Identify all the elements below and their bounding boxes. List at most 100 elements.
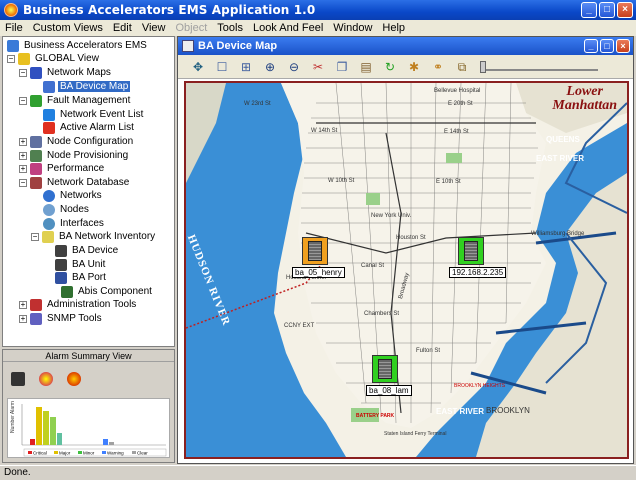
maximize-button[interactable]: □ <box>599 2 615 18</box>
legend-swatch-warning <box>102 451 106 454</box>
tree-item-ba-port[interactable]: BA Port <box>55 271 108 284</box>
tree-item-ba-device-map[interactable]: BA Device Map <box>43 80 131 93</box>
event-list-icon <box>43 108 55 121</box>
menu-file[interactable]: File <box>0 22 28 34</box>
tree-item-performance[interactable]: + Performance <box>19 162 106 175</box>
app-title: Business Accelerators EMS Application 1.… <box>23 3 316 17</box>
paste-icon[interactable]: ▤ <box>356 58 376 76</box>
link-icon[interactable]: ⚭ <box>428 58 448 76</box>
tree-item-ba-device[interactable]: BA Device <box>55 244 120 257</box>
menu-tools[interactable]: Tools <box>212 22 248 34</box>
close-button[interactable]: × <box>617 2 633 18</box>
bar-warning-1 <box>57 433 62 445</box>
select-tool-icon[interactable]: ✥ <box>188 58 208 76</box>
menu-look-and-feel[interactable]: Look And Feel <box>248 22 328 34</box>
cut-icon[interactable]: ✂ <box>308 58 328 76</box>
device-icon <box>55 244 67 257</box>
refresh-map-icon[interactable]: ↻ <box>380 58 400 76</box>
bar-chart-icon[interactable] <box>11 372 25 386</box>
device-192-168-2-235[interactable] <box>458 237 484 265</box>
collapse-icon[interactable]: − <box>19 96 27 105</box>
tree-item-network-database[interactable]: − Network Database <box>19 176 131 189</box>
device-label-ba-05-henry[interactable]: ba_05_henry <box>292 267 345 278</box>
server-icon <box>308 241 322 261</box>
expand-icon[interactable]: + <box>19 137 27 146</box>
tree-item-node-provisioning[interactable]: + Node Provisioning <box>19 149 130 162</box>
expand-icon[interactable]: + <box>19 300 27 309</box>
legend-swatch-critical <box>28 451 32 454</box>
collapse-icon[interactable]: − <box>19 68 27 77</box>
nyu-label: New York Univ. <box>371 213 412 219</box>
menu-edit[interactable]: Edit <box>108 22 137 34</box>
performance-icon <box>30 162 42 175</box>
device-ba-05-henry[interactable] <box>302 237 328 265</box>
menu-view[interactable]: View <box>137 22 171 34</box>
tree-item-fault-management[interactable]: − Fault Management <box>19 94 132 107</box>
expand-icon[interactable]: + <box>19 164 27 173</box>
copy-icon[interactable]: ❐ <box>332 58 352 76</box>
globe-icon <box>18 52 30 65</box>
tree-item-global-view[interactable]: − GLOBAL View <box>7 52 101 65</box>
legend-swatch-major <box>54 451 58 454</box>
alarm-summary-panel: Alarm Summary View Number Alarm Critical… <box>2 349 175 463</box>
device-ba-08-lam[interactable] <box>372 355 398 383</box>
staten-island-ferry-label: Staten Island Ferry Terminal <box>384 431 447 437</box>
bar-critical-1 <box>30 439 35 445</box>
properties-icon[interactable]: ⧉ <box>452 58 472 76</box>
tree-item-network-event-list[interactable]: Network Event List <box>43 108 145 121</box>
tree-item-interfaces[interactable]: Interfaces <box>43 217 106 230</box>
device-label-ba-08-lam[interactable]: ba_08_lam <box>366 385 412 396</box>
tree-item-ba-network-inventory[interactable]: − BA Network Inventory <box>31 230 157 243</box>
nodes-icon <box>43 203 55 216</box>
title-bar: Business Accelerators EMS Application 1.… <box>0 0 636 20</box>
map-toolbar: ✥ ☐ ⊞ ⊕ ⊖ ✂ ❐ ▤ ↻ ✱ ⚭ ⧉ <box>178 55 633 79</box>
expand-icon[interactable]: + <box>19 151 27 160</box>
tree-item-nodes[interactable]: Nodes <box>43 203 91 216</box>
zoom-fit-icon[interactable]: ⊞ <box>236 58 256 76</box>
e10-label: E 10th St <box>436 179 461 185</box>
admin-tools-icon <box>30 298 42 311</box>
williamsburg-bridge-label: Williamsburg Bridge <box>531 231 585 237</box>
zoom-in-icon[interactable]: ⊕ <box>260 58 280 76</box>
expand-icon[interactable]: + <box>19 314 27 323</box>
menu-custom-views[interactable]: Custom Views <box>28 22 108 34</box>
interfaces-icon <box>43 217 55 230</box>
canal-label: Canal St <box>361 263 385 269</box>
tree-item-administration-tools[interactable]: + Administration Tools <box>19 298 138 311</box>
map-heading: Lower Manhattan <box>552 84 617 113</box>
w14-label: W 14th St <box>311 128 338 134</box>
tree-item-abis-component[interactable]: Abis Component <box>61 285 154 298</box>
map-maximize-button[interactable]: □ <box>600 39 614 53</box>
alarm-summary-title: Alarm Summary View <box>3 350 174 362</box>
e14-label: E 14th St <box>444 129 469 135</box>
refresh-icon[interactable] <box>67 372 81 386</box>
collapse-icon[interactable]: − <box>19 178 27 187</box>
tree-item-networks[interactable]: Networks <box>43 189 104 202</box>
tree-item-network-maps[interactable]: − Network Maps <box>19 66 113 79</box>
menu-window[interactable]: Window <box>328 22 377 34</box>
tree-item-root[interactable]: Business Accelerators EMS <box>7 39 149 52</box>
map-close-button[interactable]: × <box>616 39 630 53</box>
map-minimize-button[interactable]: _ <box>584 39 598 53</box>
zoom-slider-thumb[interactable] <box>480 60 486 73</box>
tree-item-active-alarm-list[interactable]: Active Alarm List <box>43 121 136 134</box>
east-river-bottom-label: EAST RIVER <box>436 407 485 416</box>
device-label-192-168-2-235[interactable]: 192.168.2.235 <box>449 267 507 278</box>
chart-ylabel: Number Alarm <box>10 401 16 433</box>
zoom-slider[interactable] <box>480 60 598 73</box>
pan-icon[interactable]: ☐ <box>212 58 232 76</box>
collapse-icon[interactable]: − <box>31 232 39 241</box>
pie-chart-icon[interactable] <box>39 372 53 386</box>
tree-item-ba-unit[interactable]: BA Unit <box>55 258 107 271</box>
tree-item-node-configuration[interactable]: + Node Configuration <box>19 135 135 148</box>
brooklyn-heights-label: BROOKLYN HEIGHTS <box>454 383 506 389</box>
tree-item-snmp-tools[interactable]: + SNMP Tools <box>19 312 104 325</box>
minimize-button[interactable]: _ <box>581 2 597 18</box>
zoom-out-icon[interactable]: ⊖ <box>284 58 304 76</box>
bellevue-label: Bellevue Hospital <box>434 88 481 94</box>
server-icon <box>464 241 478 261</box>
layout-icon[interactable]: ✱ <box>404 58 424 76</box>
map-canvas[interactable]: Lower Manhattan HUDSON RIVER EAST RIVER … <box>184 81 629 459</box>
menu-help[interactable]: Help <box>377 22 410 34</box>
collapse-icon[interactable]: − <box>7 54 15 63</box>
